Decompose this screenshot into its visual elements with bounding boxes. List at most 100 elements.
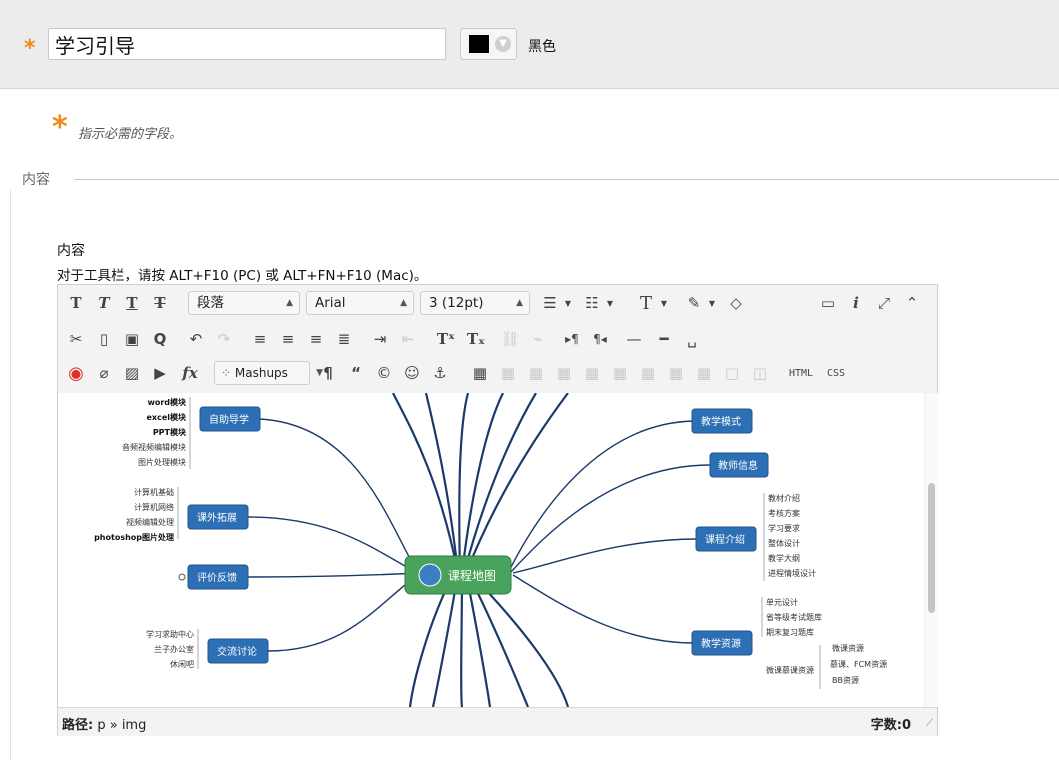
leaf-text: 单元设计 — [766, 597, 798, 607]
leaf-text: 学习求助中心 — [146, 629, 194, 639]
blockquote-icon[interactable]: “ — [344, 361, 368, 385]
horizontal-rule-icon[interactable]: — — [622, 327, 646, 351]
mashups-label: Mashups — [234, 366, 288, 380]
content-field-label: 内容 — [57, 243, 85, 259]
table-col-before-icon[interactable]: ▦ — [580, 361, 604, 385]
mindmap-node-kewai[interactable]: 课外拓展 — [187, 504, 249, 530]
mashups-icon: ⁘ — [221, 366, 235, 380]
path-label: 路径: — [62, 718, 94, 733]
center-node[interactable]: 课程地图 — [404, 555, 512, 595]
align-right-icon[interactable]: ≡ — [304, 327, 328, 351]
collapse-toolbar-icon[interactable]: ⌃ — [900, 291, 924, 315]
emoticon-icon[interactable]: ☺ — [400, 361, 424, 385]
strikethrough-icon[interactable]: T — [148, 291, 172, 315]
title-row: * ▼ 黑色 — [0, 0, 1059, 89]
underline-icon[interactable]: T — [120, 291, 144, 315]
attachment-icon[interactable]: ⌀ — [92, 361, 116, 385]
image-icon[interactable]: ▨ — [120, 361, 144, 385]
mindmap-node-jiaoshi[interactable]: 教师信息 — [709, 452, 769, 478]
numbered-list-icon[interactable]: ☷ — [580, 291, 604, 315]
path-value[interactable]: p » img — [97, 718, 146, 733]
undo-icon[interactable]: ↶ — [184, 327, 208, 351]
ltr-icon[interactable]: ▸¶ — [560, 327, 584, 351]
thick-rule-icon[interactable]: ━ — [652, 327, 676, 351]
align-justify-icon[interactable]: ≣ — [332, 327, 356, 351]
chevron-down-icon[interactable]: ▼ — [706, 291, 718, 315]
table-col-after-icon[interactable]: ▦ — [608, 361, 632, 385]
leaf-text: 期末复习题库 — [766, 627, 814, 637]
size-select[interactable]: 3 (12pt) ▲ — [420, 291, 530, 315]
info-icon[interactable]: i — [844, 291, 868, 315]
link-icon[interactable]: ⛓ — [498, 327, 522, 351]
table-delete-row-icon[interactable]: ▦ — [552, 361, 576, 385]
paragraph-mark-icon[interactable]: ¶ — [316, 361, 340, 385]
fullscreen-icon[interactable]: ⤢ — [872, 291, 896, 315]
node-label: 教师信息 — [718, 459, 758, 472]
eraser-icon[interactable]: ◇ — [724, 291, 748, 315]
leaf-text: excel模块 — [147, 412, 187, 422]
resize-handle-icon[interactable]: ⟋ — [926, 718, 933, 729]
node-label: 评价反馈 — [197, 571, 237, 584]
table-merge-icon[interactable]: ▦ — [692, 361, 716, 385]
editor-scrollbar[interactable] — [924, 393, 938, 707]
chevron-down-icon[interactable]: ▼ — [604, 291, 616, 315]
mashups-select[interactable]: ⁘ Mashups ▼ — [214, 361, 323, 385]
mindmap-node-ziyuan[interactable]: 教学资源 — [691, 630, 753, 656]
mindmap-node-jiaoliu[interactable]: 交流讨论 — [207, 638, 269, 664]
youtube-icon[interactable]: ◉ — [64, 361, 88, 385]
color-swatch — [469, 35, 489, 53]
text-color-icon[interactable]: T — [634, 291, 658, 315]
mindmap-node-pingjia[interactable]: 评价反馈 — [178, 564, 249, 590]
indent-icon[interactable]: ⇥ — [368, 327, 392, 351]
chevron-down-icon[interactable]: ▼ — [658, 291, 670, 315]
copyright-icon[interactable]: © — [372, 361, 396, 385]
subscript-icon[interactable]: Tₓ — [464, 327, 488, 351]
align-left-icon[interactable]: ≡ — [248, 327, 272, 351]
paragraph-select[interactable]: 段落 ▲ — [188, 291, 300, 315]
paste-icon[interactable]: ▣ — [120, 327, 144, 351]
html-button[interactable]: HTML — [784, 361, 818, 385]
redo-icon[interactable]: ↷ — [212, 327, 236, 351]
bullet-list-icon[interactable]: ☰ — [538, 291, 562, 315]
mindmap-node-zizhu[interactable]: 自助导学 — [199, 406, 261, 432]
nonbreaking-space-icon[interactable]: ␣ — [680, 327, 704, 351]
editor-content[interactable]: 课程地图 自助导学 课外拓展 评价反馈 交流讨论 教学模式 教师信息 课程介绍 … — [58, 393, 924, 707]
outdent-icon[interactable]: ⇤ — [396, 327, 420, 351]
preview-icon[interactable]: ▭ — [816, 291, 840, 315]
element-path: 路径: p » img — [62, 714, 146, 733]
find-icon[interactable]: Q — [148, 327, 172, 351]
unlink-icon[interactable]: ⌁ — [526, 327, 550, 351]
scrollbar-thumb[interactable] — [928, 483, 935, 613]
table-cell-props-icon[interactable]: ▦ — [664, 361, 688, 385]
insert-table-icon[interactable]: ▦ — [468, 361, 492, 385]
leaf-text: word模块 — [147, 397, 187, 407]
media-icon[interactable]: ▶ — [148, 361, 172, 385]
css-button[interactable]: CSS — [822, 361, 850, 385]
superscript-icon[interactable]: Tˣ — [434, 327, 458, 351]
table-row-after-icon[interactable]: ▦ — [524, 361, 548, 385]
bold-icon[interactable]: T — [64, 291, 88, 315]
chevron-down-icon[interactable]: ▼ — [562, 291, 574, 315]
rtl-icon[interactable]: ¶◂ — [588, 327, 612, 351]
highlighter-icon[interactable]: ✎ — [682, 291, 706, 315]
leaf-text: 教学大纲 — [768, 553, 800, 563]
anchor-icon[interactable]: ⚓ — [428, 361, 452, 385]
table-split-col-icon[interactable]: ◫ — [748, 361, 772, 385]
leaves-sub: 微课资源 慕课、FCM资源 BB资源 — [830, 643, 887, 685]
course-map-image[interactable]: 课程地图 自助导学 课外拓展 评价反馈 交流讨论 教学模式 教师信息 课程介绍 … — [58, 393, 924, 707]
copy-icon[interactable]: ▯ — [92, 327, 116, 351]
mindmap-node-kecheng[interactable]: 课程介绍 — [695, 526, 757, 552]
node-label: 教学资源 — [701, 637, 741, 650]
color-picker[interactable]: ▼ — [460, 28, 517, 60]
node-label: 自助导学 — [209, 413, 249, 426]
align-center-icon[interactable]: ≡ — [276, 327, 300, 351]
font-select[interactable]: Arial ▲ — [306, 291, 414, 315]
table-delete-col-icon[interactable]: ▦ — [636, 361, 660, 385]
italic-icon[interactable]: T — [92, 291, 116, 315]
table-split-icon[interactable]: ▢ — [720, 361, 744, 385]
cut-icon[interactable]: ✂ — [64, 327, 88, 351]
table-row-before-icon[interactable]: ▦ — [496, 361, 520, 385]
mindmap-node-moshi[interactable]: 教学模式 — [691, 408, 753, 434]
title-input[interactable] — [48, 28, 446, 60]
formula-icon[interactable]: fx — [176, 361, 204, 385]
